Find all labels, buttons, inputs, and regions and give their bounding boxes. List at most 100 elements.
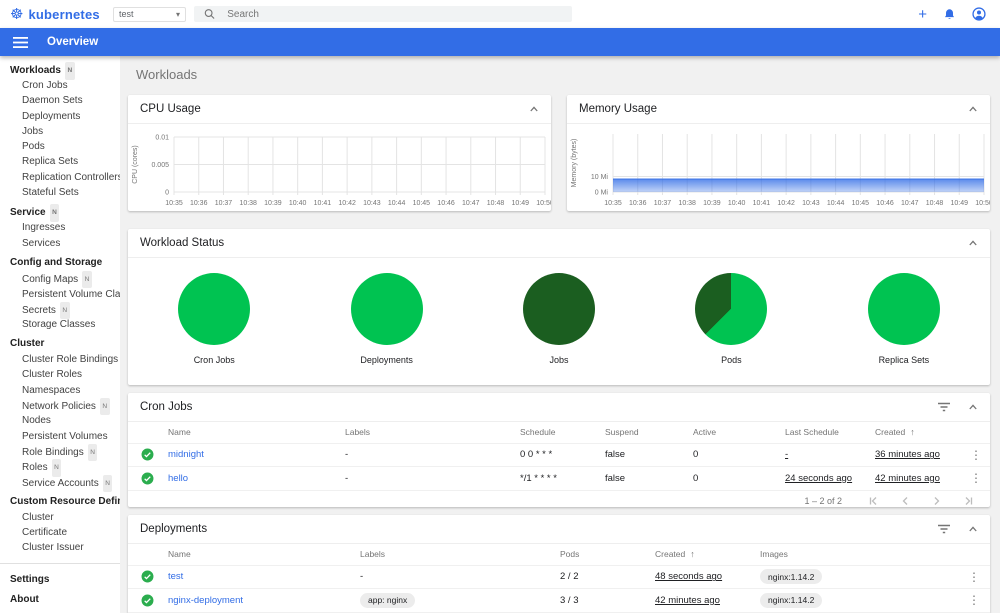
row-menu-kebab-icon[interactable]: ⋮ [970,448,982,462]
sidebar-item-persistent-volumes[interactable]: Persistent Volumes [0,429,120,444]
account-circle-icon [972,7,986,21]
sidebar-item-stateful-sets[interactable]: Stateful Sets [0,185,120,200]
sidebar-item-replication-controllers[interactable]: Replication Controllers [0,170,120,185]
sidebar-item-label: Cron Jobs [22,80,68,91]
row-menu-kebab-icon[interactable]: ⋮ [968,593,980,607]
resource-name-link[interactable]: nginx-deployment [168,595,243,606]
column-header-label: Name [168,549,191,560]
sidebar-item-label: Deployments [22,110,81,122]
notifications-button[interactable] [943,8,956,21]
column-header-active[interactable]: Active [693,422,785,444]
sidebar-item-services[interactable]: Services [0,236,120,251]
sidebar-item-persistent-volume-claims[interactable]: Persistent Volume ClaimsN [0,286,120,301]
collapse-card-icon[interactable] [968,239,978,247]
sidebar-item-cluster-issuer[interactable]: Cluster Issuer [0,540,120,555]
deployments-table: Name Labels Pods Created ↑ Images test - 2 / 2 4… [128,544,990,613]
column-header-created[interactable]: Created ↑ [875,422,970,444]
sidebar-item-jobs[interactable]: Jobs [0,124,120,139]
memory-usage-chart: 0 Mi 10 Mi 10:35 10:36 10:37 10:38 10:39 10:40 1… [571,134,990,207]
svg-text:10:47: 10:47 [901,200,919,207]
sidebar-item-pods[interactable]: Pods [0,139,120,154]
sidebar-item-cluster[interactable]: Cluster [0,510,120,525]
search-bar[interactable] [194,6,572,22]
actions-column-header [968,544,990,566]
sidebar-item-label: Cluster [22,511,54,523]
svg-text:10:49: 10:49 [512,200,530,207]
last-page-button[interactable] [964,496,974,506]
row-actions-cell: ⋮ [970,443,990,467]
sidebar-item-settings[interactable]: Settings [0,570,120,590]
sidebar-item-nodes[interactable]: Nodes [0,413,120,428]
svg-text:10:40: 10:40 [289,200,307,207]
menu-button[interactable] [13,36,28,48]
filter-list-icon[interactable] [938,524,950,534]
previous-page-button[interactable] [900,496,910,506]
row-menu-kebab-icon[interactable]: ⋮ [968,570,980,584]
create-resource-button[interactable]: + [918,7,927,22]
sidebar-item-about[interactable]: About [0,590,120,610]
search-input[interactable] [227,8,562,20]
sidebar-item-service[interactable]: Service N [0,204,120,223]
column-header-name[interactable]: Name [168,422,345,444]
column-header-labels[interactable]: Labels [345,422,520,444]
sidebar-item-deployments[interactable]: Deployments [0,109,120,124]
namespace-selector[interactable]: test ▾ [113,6,186,22]
svg-text:10:39: 10:39 [264,200,282,207]
sidebar-item-config-maps[interactable]: Config Maps N [0,270,120,289]
sort-ascending-icon: ↑ [690,549,695,560]
sidebar-item-daemon-sets[interactable]: Daemon Sets [0,93,120,108]
column-header-suspend[interactable]: Suspend [605,422,693,444]
sidebar-item-cron-jobs[interactable]: Cron Jobs [0,78,120,93]
next-page-button[interactable] [932,496,942,506]
filter-list-icon[interactable] [938,402,950,412]
collapse-card-icon[interactable] [968,525,978,533]
column-header-images[interactable]: Images [760,544,968,566]
sidebar-item-certificate[interactable]: Certificate [0,525,120,540]
sidebar-item-secrets[interactable]: Secrets N [0,301,120,319]
column-header-labels[interactable]: Labels [360,544,560,566]
sidebar-item-storage-classes[interactable]: Storage Classes [0,317,120,332]
collapse-card-icon[interactable] [968,403,978,411]
table-cell: 2 / 2 [560,565,655,589]
column-header-name[interactable]: Name [168,544,360,566]
user-account-button[interactable] [972,7,986,21]
svg-text:10:46: 10:46 [876,200,894,207]
first-page-button[interactable] [868,496,878,506]
svg-text:10:40: 10:40 [728,200,746,207]
sidebar-item-workloads[interactable]: Workloads N [0,62,120,80]
status-ok-icon [141,594,154,607]
column-header-last-schedule[interactable]: Last Schedule [785,422,875,444]
kubernetes-logo-text: kubernetes [28,6,100,22]
column-header-created[interactable]: Created ↑ [655,544,760,566]
column-header-pods[interactable]: Pods [560,544,655,566]
svg-text:10:46: 10:46 [437,200,455,207]
table-cell: - [345,466,520,491]
sidebar-item-cluster-role-bindings[interactable]: Cluster Role Bindings [0,352,120,367]
sidebar-item-label: Certificate [22,527,68,539]
sidebar-item-service-accounts[interactable]: Service Accounts N [0,474,120,492]
resource-name-link[interactable]: test [168,571,183,582]
svg-text:0.005: 0.005 [151,162,169,169]
hamburger-icon [13,36,28,48]
sidebar-item-label: Workloads [10,65,61,76]
column-header-label: Labels [345,427,371,438]
sidebar-item-ingresses[interactable]: Ingresses [0,220,120,235]
pie-chart-label: Jobs [549,355,569,365]
sidebar-item-replica-sets[interactable]: Replica Sets [0,154,120,169]
kubernetes-logo[interactable]: ☸ kubernetes [0,7,113,22]
row-menu-kebab-icon[interactable]: ⋮ [970,471,982,485]
sidebar-item-roles[interactable]: Roles N [0,459,120,477]
sidebar-item-label: Service Accounts [22,477,99,489]
sidebar-item-namespaces[interactable]: Namespaces [0,383,120,398]
resource-name-link[interactable]: midnight [168,449,204,460]
sidebar-item-cluster-roles[interactable]: Cluster Roles [0,367,120,382]
resource-name-link[interactable]: hello [168,473,188,484]
sidebar-item-role-bindings[interactable]: Role Bindings N [0,443,120,462]
collapse-card-icon[interactable] [968,105,978,113]
sidebar-item-label: Replica Sets [22,156,79,168]
app-bar: Overview [0,28,1000,56]
collapse-card-icon[interactable] [529,105,539,113]
column-header-schedule[interactable]: Schedule [520,422,605,444]
sidebar-item-network-policies[interactable]: Network Policies N [0,398,120,416]
deployments-pie-chart [350,273,423,345]
